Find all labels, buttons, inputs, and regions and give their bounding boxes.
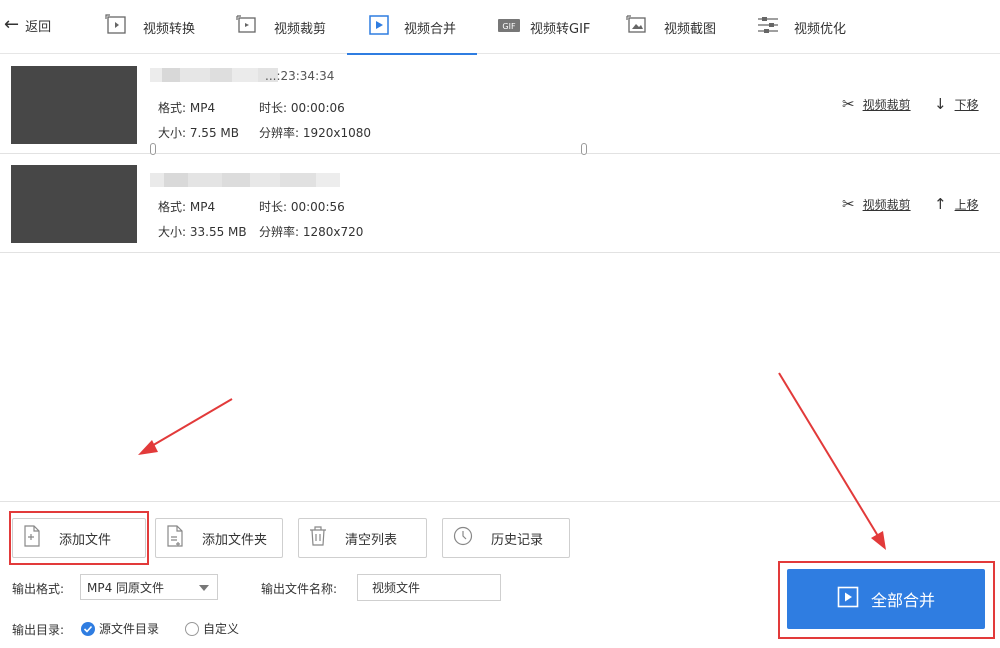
top-nav: ← 返回 视频转换 视频裁剪 视频合并 GIF 视频转GIF 视频截图 视频优化 (0, 0, 1000, 55)
file-duration: 时长: 00:00:56 (259, 200, 345, 214)
move-down-link[interactable]: ↓ 下移 (934, 95, 979, 113)
output-format-label: 输出格式: (12, 582, 65, 596)
arrow-up-icon: ↑ (934, 195, 947, 213)
clock-icon (453, 526, 473, 550)
tab-video-gif[interactable]: GIF 视频转GIF (496, 0, 590, 54)
folder-add-icon (166, 525, 184, 551)
file-resolution: 分辨率: 1920x1080 (259, 126, 372, 140)
chevron-down-icon (199, 585, 209, 591)
gif-icon: GIF (496, 14, 522, 40)
output-dir-label: 输出目录: (12, 623, 65, 637)
radio-checked-icon (81, 621, 95, 636)
crop-video-link[interactable]: ✂ 视频裁剪 (842, 195, 911, 213)
file-size: 大小: 7.55 MB (158, 126, 239, 140)
history-button[interactable]: 历史记录 (442, 518, 570, 558)
output-format-select[interactable]: MP4 同原文件 (80, 574, 218, 600)
optimize-icon (756, 14, 780, 40)
file-row[interactable]: 格式: MP4 时长: 00:00:56 大小: 33.55 MB 分辨率: 1… (0, 154, 1000, 253)
radio-source-dir[interactable]: 源文件目录 (81, 620, 159, 637)
tab-label: 视频截图 (664, 21, 717, 37)
file-row[interactable]: ...:23:34:34 格式: MP4 时长: 00:00:06 大小: 7.… (0, 55, 1000, 154)
move-up-link[interactable]: ↑ 上移 (934, 195, 979, 213)
video-thumbnail (11, 66, 137, 144)
video-convert-icon (105, 14, 129, 40)
file-format: 格式: MP4 (158, 101, 216, 115)
screenshot-icon (626, 14, 650, 40)
arrow-down-icon: ↓ (934, 95, 947, 113)
tab-video-screenshot[interactable]: 视频截图 (626, 0, 716, 54)
video-merge-icon (368, 14, 390, 40)
highlight-box-merge (778, 561, 995, 639)
trash-icon (309, 526, 327, 550)
highlight-box-add-file (9, 511, 149, 565)
file-name-suffix: ...:23:34:34 (265, 69, 335, 83)
clear-list-button[interactable]: 清空列表 (298, 518, 427, 558)
tab-label: 视频优化 (794, 21, 847, 37)
back-button[interactable]: ← 返回 (4, 12, 51, 38)
back-label: 返回 (25, 19, 52, 35)
tab-video-convert[interactable]: 视频转换 (105, 0, 195, 54)
tab-label: 视频转换 (143, 21, 196, 37)
tab-video-merge[interactable]: 视频合并 (347, 0, 477, 55)
tab-video-crop[interactable]: 视频裁剪 (236, 0, 326, 54)
video-thumbnail (11, 165, 137, 243)
file-name-blurred (150, 172, 340, 188)
file-size: 大小: 33.55 MB (158, 225, 247, 239)
scissors-icon: ✂ (842, 195, 855, 213)
output-filename-input[interactable] (357, 574, 501, 601)
file-duration: 时长: 00:00:06 (259, 101, 345, 115)
tab-label: 视频转GIF (530, 21, 591, 37)
crop-video-link[interactable]: ✂ 视频裁剪 (842, 95, 911, 113)
tab-video-optimize[interactable]: 视频优化 (756, 0, 846, 54)
video-crop-icon (236, 14, 260, 40)
tab-label: 视频裁剪 (274, 21, 327, 37)
file-resolution: 分辨率: 1280x720 (259, 225, 364, 239)
svg-text:GIF: GIF (502, 22, 516, 31)
file-name-blurred (150, 67, 278, 83)
tab-label: 视频合并 (404, 21, 457, 37)
back-arrow-icon: ← (4, 14, 20, 35)
radio-unchecked-icon (185, 621, 199, 636)
annotation-arrow-left (138, 398, 233, 455)
file-format: 格式: MP4 (158, 200, 216, 214)
output-filename-label: 输出文件名称: (261, 582, 338, 596)
add-folder-button[interactable]: 添加文件夹 (155, 518, 283, 558)
radio-custom-dir[interactable]: 自定义 (185, 620, 239, 637)
scissors-icon: ✂ (842, 95, 855, 113)
